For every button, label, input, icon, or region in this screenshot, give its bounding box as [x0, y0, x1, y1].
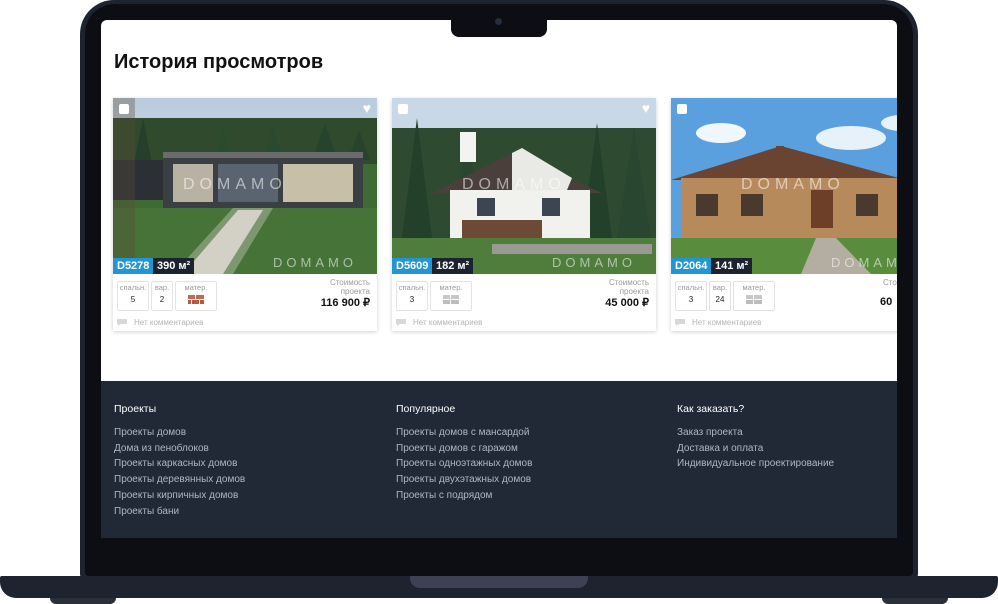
- comments-link[interactable]: Нет комментариев: [413, 318, 482, 327]
- spec-bedrooms: спальн. 5: [117, 281, 149, 311]
- footer-heading: Проекты: [114, 403, 157, 415]
- footer-link[interactable]: Проекты двухэтажных домов: [396, 472, 532, 488]
- site-footer: Проекты Проекты домов Дома из пеноблоков…: [101, 381, 897, 538]
- footer-link[interactable]: Проекты одноэтажных домов: [396, 456, 532, 472]
- project-photo[interactable]: DOMAMO DOMAMO ♥ D5609 182 м²: [392, 98, 656, 274]
- footer-link[interactable]: Проекты домов с мансардой: [396, 425, 532, 441]
- area-badge: 182 м²: [432, 258, 474, 274]
- project-card[interactable]: DOMAMO DOMAMO ♥ D5278 390 м² спальн. 5 в…: [113, 98, 377, 331]
- compare-checkbox[interactable]: [119, 104, 129, 114]
- compare-checkbox[interactable]: [677, 104, 687, 114]
- heart-icon[interactable]: ♥: [642, 101, 650, 115]
- spec-bedrooms: спальн. 3: [396, 281, 428, 311]
- watermark: DOMAMO: [831, 255, 897, 270]
- laptop-lid-notch: [410, 576, 588, 588]
- project-photo[interactable]: DOMAMO DOMAMO D2064 141 м²: [671, 98, 897, 274]
- camera-icon: [495, 18, 502, 25]
- spec-material: матер.: [175, 281, 217, 311]
- comment-icon: [675, 319, 685, 326]
- spec-label: матер.: [184, 283, 208, 292]
- laptop-foot: [882, 598, 948, 604]
- footer-link[interactable]: Индивидуальное проектирование: [677, 456, 834, 472]
- footer-column-popular: Популярное Проекты домов с мансардой Про…: [396, 403, 532, 504]
- watermark: DOMAMO: [183, 176, 287, 193]
- cost-label: Сто: [883, 278, 897, 287]
- area-badge: 390 м²: [153, 258, 195, 274]
- screen: История просмотров DOMAMO DOMAMO ♥ D5278…: [101, 20, 897, 538]
- project-photo[interactable]: DOMAMO DOMAMO ♥ D5278 390 м²: [113, 98, 377, 274]
- price: 60: [880, 296, 893, 308]
- project-code-badge: D5609: [392, 258, 433, 274]
- compare-checkbox[interactable]: [398, 104, 408, 114]
- spec-label: матер.: [439, 283, 463, 292]
- footer-link[interactable]: Проекты кирпичных домов: [114, 488, 245, 504]
- footer-link[interactable]: Проекты домов: [114, 425, 245, 441]
- page-title: История просмотров: [114, 51, 324, 73]
- block-icon: [443, 295, 459, 304]
- spec-value: 3: [688, 295, 694, 304]
- footer-link[interactable]: Проекты бани: [114, 504, 245, 520]
- spec-label: спальн.: [398, 283, 426, 292]
- camera-notch: [451, 8, 547, 37]
- footer-link[interactable]: Проекты деревянных домов: [114, 472, 245, 488]
- spec-variants: вар. 2: [151, 281, 173, 311]
- area-badge: 141 м²: [711, 258, 753, 274]
- spec-value: 5: [130, 295, 136, 304]
- footer-heading: Как заказать?: [677, 403, 745, 415]
- project-code-badge: D5278: [113, 258, 154, 274]
- spec-label: спальн.: [677, 283, 705, 292]
- spec-label: спальн.: [119, 283, 147, 292]
- spec-value: 24: [715, 295, 725, 304]
- footer-column-projects: Проекты Проекты домов Дома из пеноблоков…: [114, 403, 245, 519]
- spec-value: 2: [159, 295, 165, 304]
- laptop-foot: [50, 598, 116, 604]
- footer-link[interactable]: Проекты с подрядом: [396, 488, 532, 504]
- block-icon: [746, 295, 762, 304]
- spec-label: вар.: [712, 283, 728, 292]
- heart-icon[interactable]: ♥: [363, 101, 371, 115]
- comment-icon: [396, 319, 406, 326]
- brick-icon: [188, 295, 204, 304]
- project-card[interactable]: DOMAMO DOMAMO D2064 141 м² спальн. 3 вар…: [671, 98, 897, 331]
- watermark: DOMAMO: [741, 176, 845, 193]
- cost-label: Стоимость проекта: [329, 278, 370, 296]
- project-card[interactable]: DOMAMO DOMAMO ♥ D5609 182 м² спальн. 3 м…: [392, 98, 656, 331]
- comments-link[interactable]: Нет комментариев: [692, 318, 761, 327]
- spec-label: вар.: [154, 283, 170, 292]
- cost-label: Стоимость проекта: [608, 278, 649, 296]
- footer-link[interactable]: Доставка и оплата: [677, 441, 834, 457]
- footer-column-ordering: Как заказать? Заказ проекта Доставка и о…: [677, 403, 834, 472]
- price: 45 000 ₽: [605, 297, 649, 309]
- project-code-badge: D2064: [671, 258, 712, 274]
- spec-variants: вар. 24: [709, 281, 731, 311]
- footer-link[interactable]: Проекты домов с гаражом: [396, 441, 532, 457]
- watermark: DOMAMO: [552, 255, 636, 270]
- comments-link[interactable]: Нет комментариев: [134, 318, 203, 327]
- watermark: DOMAMO: [273, 255, 357, 270]
- spec-label: матер.: [742, 283, 766, 292]
- footer-heading: Популярное: [396, 403, 456, 415]
- spec-material: матер.: [733, 281, 775, 311]
- footer-link[interactable]: Проекты каркасных домов: [114, 456, 245, 472]
- comment-icon: [117, 319, 127, 326]
- footer-link[interactable]: Дома из пеноблоков: [114, 441, 245, 457]
- spec-bedrooms: спальн. 3: [675, 281, 707, 311]
- spec-material: матер.: [430, 281, 472, 311]
- laptop-bottom-bezel: [88, 552, 910, 576]
- footer-link[interactable]: Заказ проекта: [677, 425, 834, 441]
- price: 116 900 ₽: [320, 297, 370, 309]
- watermark: DOMAMO: [462, 176, 566, 193]
- spec-value: 3: [409, 295, 415, 304]
